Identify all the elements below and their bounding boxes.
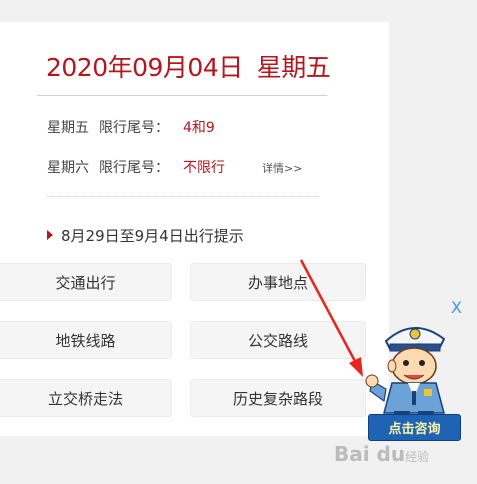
traffic-travel-button[interactable]: 交通出行 bbox=[0, 263, 172, 301]
restriction-value: 4和9 bbox=[183, 120, 215, 136]
restriction-label: 限行尾号： bbox=[99, 120, 169, 136]
date-heading: 2020年09月04日 星期五 bbox=[46, 48, 331, 84]
restriction-row-friday: 星期五 限行尾号： 4和9 bbox=[47, 117, 215, 137]
subway-route-button[interactable]: 地铁线路 bbox=[0, 321, 172, 359]
restriction-row-saturday: 星期六 限行尾号： 不限行 bbox=[47, 157, 225, 177]
date-text: 2020年09月04日 bbox=[46, 53, 243, 82]
restriction-day: 星期六 bbox=[47, 160, 89, 176]
complex-road-history-button[interactable]: 历史复杂路段 bbox=[190, 379, 366, 417]
details-link[interactable]: 详情>> bbox=[262, 160, 302, 176]
weekday-text: 星期五 bbox=[256, 53, 331, 82]
interchange-route-button[interactable]: 立交桥走法 bbox=[0, 379, 172, 417]
travel-tip-text: 8月29日至9月4日出行提示 bbox=[61, 227, 244, 245]
consult-button[interactable]: 点击咨询 bbox=[368, 414, 461, 441]
service-location-button[interactable]: 办事地点 bbox=[190, 263, 366, 301]
watermark-sub: 经验 bbox=[405, 450, 430, 464]
restriction-value: 不限行 bbox=[183, 160, 225, 176]
baidu-watermark: Bai du经验 bbox=[334, 442, 429, 466]
triangle-bullet-icon bbox=[47, 230, 53, 240]
divider bbox=[37, 95, 327, 96]
travel-tip-heading[interactable]: 8月29日至9月4日出行提示 bbox=[47, 225, 244, 246]
bus-route-button[interactable]: 公交路线 bbox=[190, 321, 366, 359]
dotted-divider bbox=[47, 196, 319, 197]
watermark-brand: Bai du bbox=[334, 442, 406, 466]
restriction-label: 限行尾号： bbox=[99, 160, 169, 176]
restriction-day: 星期五 bbox=[47, 120, 89, 136]
